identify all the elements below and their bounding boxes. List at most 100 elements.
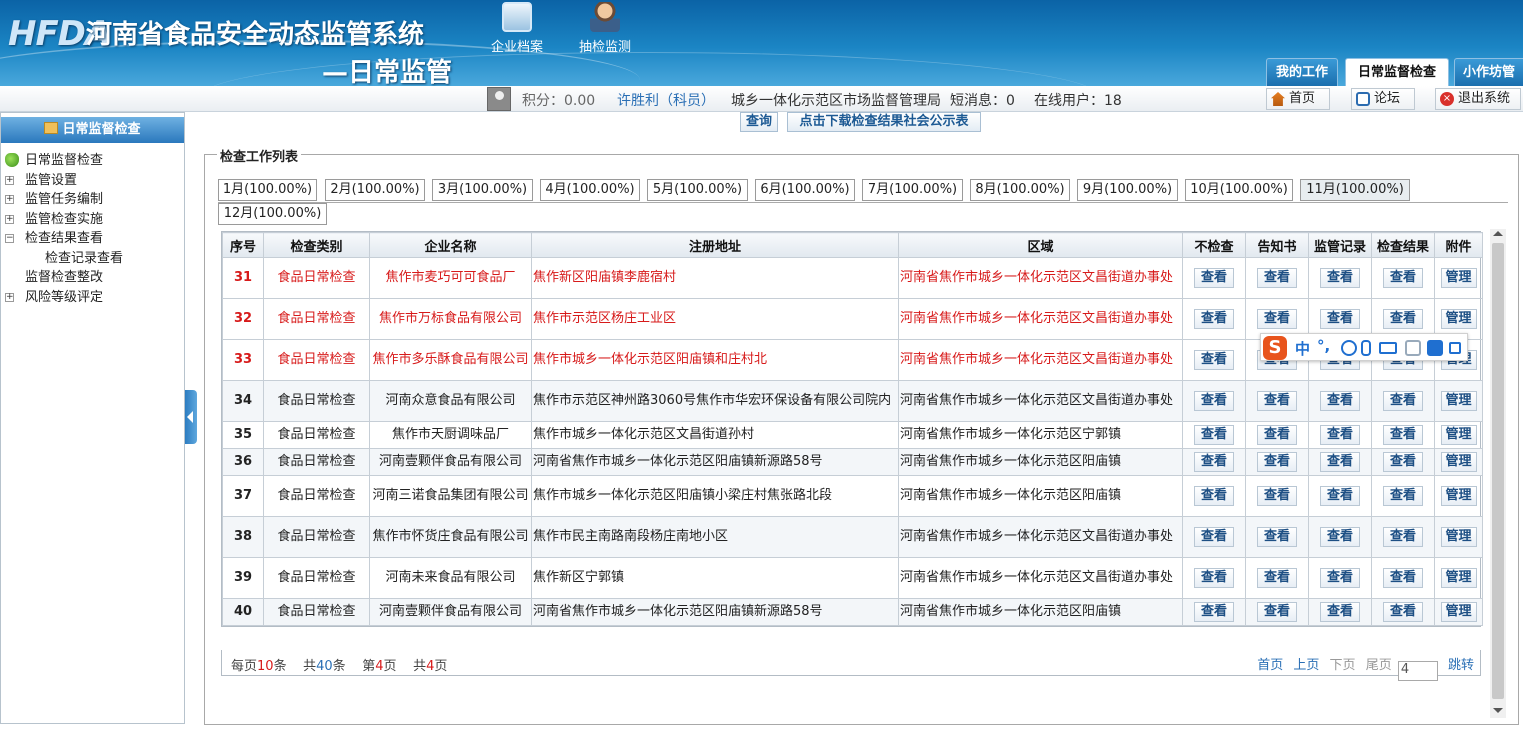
view-notice-button[interactable]: 查看 [1257, 452, 1297, 472]
keyboard-icon[interactable] [1379, 342, 1397, 354]
view-record-button[interactable]: 查看 [1320, 309, 1360, 329]
view-no-inspect-button[interactable]: 查看 [1194, 527, 1234, 547]
view-notice-button[interactable]: 查看 [1257, 268, 1297, 288]
user-name-link[interactable]: 许胜利（科员） [617, 90, 715, 110]
tree-item-inspection-exec[interactable]: + 监管检查实施 [3, 210, 183, 230]
vertical-scrollbar[interactable] [1490, 229, 1506, 718]
ime-punct[interactable]: °, [1317, 337, 1330, 355]
scroll-thumb[interactable] [1492, 243, 1504, 699]
view-notice-button[interactable]: 查看 [1257, 568, 1297, 588]
page-jump-input[interactable]: 4 [1397, 661, 1438, 681]
nav-enterprise-archive[interactable]: 企业档案 [482, 2, 552, 55]
tab-month-8[interactable]: 8月(100.00%) [970, 179, 1070, 201]
collapse-icon[interactable]: − [5, 234, 14, 243]
tab-month-5[interactable]: 5月(100.00%) [647, 179, 748, 201]
scroll-down-arrow-icon[interactable] [1493, 708, 1503, 713]
tab-workshop[interactable]: 小作坊管理 [1454, 58, 1523, 86]
view-no-inspect-button[interactable]: 查看 [1194, 425, 1234, 445]
tab-month-3[interactable]: 3月(100.00%) [432, 179, 533, 201]
tree-item-task-plan[interactable]: + 监管任务编制 [3, 190, 183, 210]
tab-month-1[interactable]: 1月(100.00%) [218, 179, 317, 201]
view-notice-button[interactable]: 查看 [1257, 391, 1297, 411]
manage-attachment-button[interactable]: 管理 [1440, 527, 1477, 547]
prev-page-link[interactable]: 上页 [1293, 658, 1319, 673]
manage-attachment-button[interactable]: 管理 [1440, 486, 1477, 506]
view-result-button[interactable]: 查看 [1383, 425, 1423, 445]
ime-toolbar[interactable]: S 中 °, [1260, 333, 1468, 361]
view-result-button[interactable]: 查看 [1383, 268, 1423, 288]
manage-attachment-button[interactable]: 管理 [1440, 602, 1477, 622]
tab-month-6[interactable]: 6月(100.00%) [755, 179, 855, 201]
scroll-up-arrow-icon[interactable] [1493, 231, 1503, 236]
tree-item-risk-rating[interactable]: + 风险等级评定 [3, 288, 183, 308]
tab-month-2[interactable]: 2月(100.00%) [325, 179, 425, 201]
view-notice-button[interactable]: 查看 [1257, 602, 1297, 622]
manage-attachment-button[interactable]: 管理 [1440, 425, 1477, 445]
logout-button[interactable]: × 退出系统 [1435, 88, 1521, 110]
mic-icon[interactable] [1361, 340, 1371, 356]
view-no-inspect-button[interactable]: 查看 [1194, 268, 1234, 288]
view-notice-button[interactable]: 查看 [1257, 486, 1297, 506]
view-result-button[interactable]: 查看 [1383, 391, 1423, 411]
tab-month-9[interactable]: 9月(100.00%) [1077, 179, 1178, 201]
view-no-inspect-button[interactable]: 查看 [1194, 350, 1234, 370]
view-result-button[interactable]: 查看 [1383, 486, 1423, 506]
view-no-inspect-button[interactable]: 查看 [1194, 452, 1234, 472]
grid-icon[interactable] [1449, 342, 1461, 354]
expand-icon[interactable]: + [5, 175, 14, 185]
view-no-inspect-button[interactable]: 查看 [1194, 309, 1234, 329]
messages-link[interactable]: 短消息：0 [950, 90, 1015, 110]
view-notice-button[interactable]: 查看 [1257, 309, 1297, 329]
tab-month-7[interactable]: 7月(100.00%) [862, 179, 963, 201]
user-icon[interactable] [1405, 340, 1421, 356]
jump-button[interactable]: 跳转 [1448, 658, 1474, 673]
skin-icon[interactable] [1427, 340, 1443, 356]
query-button[interactable]: 查询 [740, 112, 778, 132]
expand-icon[interactable]: + [5, 292, 14, 302]
view-no-inspect-button[interactable]: 查看 [1194, 391, 1234, 411]
view-result-button[interactable]: 查看 [1383, 568, 1423, 588]
emoji-icon[interactable] [1341, 340, 1357, 356]
expand-icon[interactable]: + [5, 195, 14, 204]
tree-item-settings[interactable]: + 监管设置 [3, 171, 183, 191]
view-record-button[interactable]: 查看 [1320, 602, 1360, 622]
tree-item-rectification[interactable]: 监督检查整改 [3, 268, 183, 288]
view-no-inspect-button[interactable]: 查看 [1194, 602, 1234, 622]
tab-month-10[interactable]: 10月(100.00%) [1185, 179, 1293, 201]
last-page-link[interactable]: 尾页 [1366, 658, 1392, 673]
tab-month-11[interactable]: 11月(100.00%) [1300, 179, 1410, 201]
view-notice-button[interactable]: 查看 [1257, 425, 1297, 445]
manage-attachment-button[interactable]: 管理 [1440, 309, 1477, 329]
view-record-button[interactable]: 查看 [1320, 568, 1360, 588]
view-record-button[interactable]: 查看 [1320, 486, 1360, 506]
view-result-button[interactable]: 查看 [1383, 602, 1423, 622]
nav-sampling-monitor[interactable]: 抽检监测 [570, 2, 640, 55]
home-button[interactable]: 首页 [1266, 88, 1330, 110]
manage-attachment-button[interactable]: 管理 [1440, 452, 1477, 472]
view-result-button[interactable]: 查看 [1383, 452, 1423, 472]
sidebar-collapse-handle[interactable] [185, 390, 197, 444]
tree-item-result-view[interactable]: − 检查结果查看 [3, 229, 183, 249]
tab-month-4[interactable]: 4月(100.00%) [540, 179, 640, 201]
view-record-button[interactable]: 查看 [1320, 425, 1360, 445]
next-page-link[interactable]: 下页 [1330, 658, 1356, 673]
ime-mode[interactable]: 中 [1295, 338, 1310, 359]
tab-my-work[interactable]: 我的工作 [1266, 58, 1338, 86]
view-record-button[interactable]: 查看 [1320, 391, 1360, 411]
tab-month-12[interactable]: 12月(100.00%) [218, 203, 327, 225]
view-no-inspect-button[interactable]: 查看 [1194, 486, 1234, 506]
tree-item-daily-inspection[interactable]: 日常监督检查 [3, 151, 183, 171]
forum-button[interactable]: 论坛 [1351, 88, 1415, 110]
manage-attachment-button[interactable]: 管理 [1440, 568, 1477, 588]
view-result-button[interactable]: 查看 [1383, 527, 1423, 547]
tab-daily-inspection[interactable]: 日常监督检查 [1345, 58, 1449, 86]
manage-attachment-button[interactable]: 管理 [1440, 268, 1477, 288]
view-notice-button[interactable]: 查看 [1257, 527, 1297, 547]
tree-item-record-view[interactable]: 检查记录查看 [3, 249, 183, 269]
download-public-table-button[interactable]: 点击下载检查结果社会公示表 [787, 112, 981, 132]
view-result-button[interactable]: 查看 [1383, 309, 1423, 329]
manage-attachment-button[interactable]: 管理 [1440, 391, 1477, 411]
first-page-link[interactable]: 首页 [1257, 658, 1283, 673]
view-record-button[interactable]: 查看 [1320, 268, 1360, 288]
view-record-button[interactable]: 查看 [1320, 452, 1360, 472]
